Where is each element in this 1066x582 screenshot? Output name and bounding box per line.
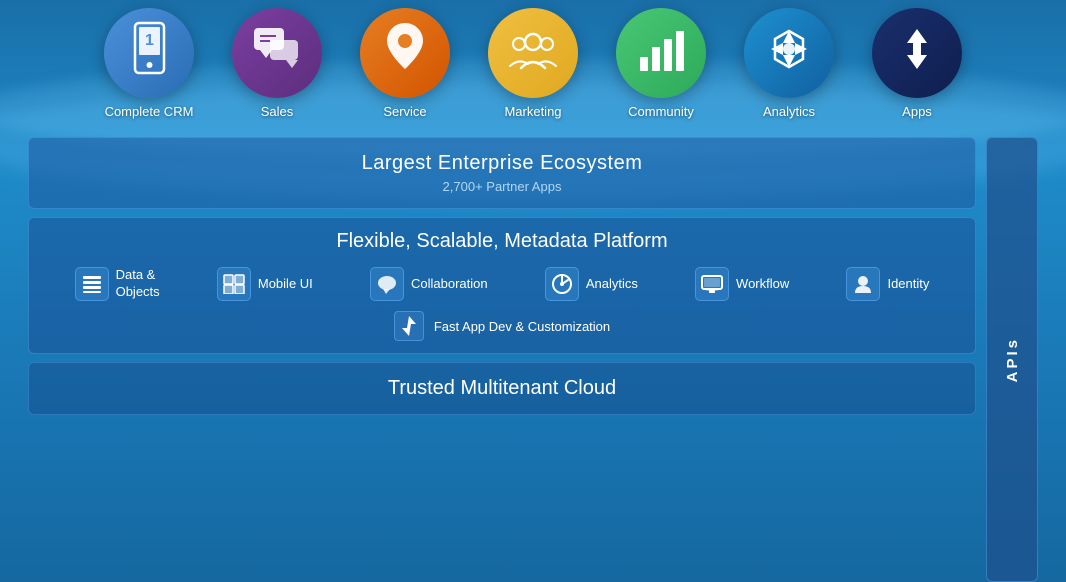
- ecosystem-subtitle: 2,700+ Partner Apps: [49, 179, 955, 194]
- analytics-feature-icon: [545, 267, 579, 301]
- analytics-label: Analytics: [763, 104, 815, 119]
- ecosystem-title: Largest Enterprise Ecosystem: [49, 152, 955, 175]
- marketing-icon-circle: [488, 8, 578, 98]
- feature-identity: Identity: [846, 267, 929, 301]
- crm-icon-circle: 1: [104, 8, 194, 98]
- sales-icon-circle: [232, 8, 322, 98]
- data-objects-label: Data &Objects: [116, 267, 160, 301]
- main-content: Largest Enterprise Ecosystem 2,700+ Part…: [28, 137, 976, 582]
- feature-analytics: Analytics: [545, 267, 638, 301]
- community-icon-circle: [616, 8, 706, 98]
- icon-item-analytics: Analytics: [725, 8, 853, 119]
- sales-icon: [252, 26, 302, 80]
- apps-label: Apps: [902, 104, 932, 119]
- fast-app-label: Fast App Dev & Customization: [434, 319, 610, 334]
- svg-text:1: 1: [145, 32, 154, 49]
- icon-item-community: Community: [597, 8, 725, 119]
- apps-icon-circle: [872, 8, 962, 98]
- cloud-title: Trusted Multitenant Cloud: [49, 377, 955, 400]
- service-icon: [383, 21, 427, 85]
- icon-item-sales: Sales: [213, 8, 341, 119]
- icon-item-complete-crm: 1 Complete CRM: [85, 8, 213, 119]
- marketing-icon: [506, 26, 561, 80]
- cloud-card: Trusted Multitenant Cloud: [28, 362, 976, 415]
- fast-app-row: Fast App Dev & Customization: [49, 311, 955, 341]
- workflow-icon: [695, 267, 729, 301]
- workflow-label: Workflow: [736, 276, 789, 293]
- analytics-icon: [765, 25, 813, 82]
- feature-collaboration: Collaboration: [370, 267, 488, 301]
- icon-item-service: Service: [341, 8, 469, 119]
- platform-card: Flexible, Scalable, Metadata Platform Da…: [28, 217, 976, 354]
- collaboration-label: Collaboration: [411, 276, 488, 293]
- main-container: 1 Complete CRM Sal: [0, 0, 1066, 582]
- collaboration-icon: [370, 267, 404, 301]
- service-icon-circle: [360, 8, 450, 98]
- analytics-icon-circle: [744, 8, 834, 98]
- identity-icon: [846, 267, 880, 301]
- platform-title: Flexible, Scalable, Metadata Platform: [49, 230, 955, 253]
- icon-item-marketing: Marketing: [469, 8, 597, 119]
- service-label: Service: [383, 104, 426, 119]
- analytics-feature-label: Analytics: [586, 276, 638, 293]
- crm-label: Complete CRM: [105, 104, 194, 119]
- feature-data-objects: Data &Objects: [75, 267, 160, 301]
- apps-icon: [893, 25, 941, 82]
- ecosystem-card: Largest Enterprise Ecosystem 2,700+ Part…: [28, 137, 976, 209]
- feature-mobile-ui: Mobile UI: [217, 267, 313, 301]
- marketing-label: Marketing: [504, 104, 561, 119]
- identity-label: Identity: [887, 276, 929, 293]
- content-area: Largest Enterprise Ecosystem 2,700+ Part…: [28, 137, 1038, 582]
- features-row: Data &Objects: [49, 267, 955, 301]
- data-objects-icon: [75, 267, 109, 301]
- feature-workflow: Workflow: [695, 267, 789, 301]
- mobile-ui-label: Mobile UI: [258, 276, 313, 293]
- mobile-ui-icon: [217, 267, 251, 301]
- apis-bar: APIs: [986, 137, 1038, 582]
- apis-label: APIs: [1004, 337, 1021, 382]
- icon-item-apps: Apps: [853, 8, 981, 119]
- fast-app-icon: [394, 311, 424, 341]
- icons-row: 1 Complete CRM Sal: [85, 0, 981, 119]
- community-icon: [636, 25, 686, 82]
- community-label: Community: [628, 104, 694, 119]
- sales-label: Sales: [261, 104, 294, 119]
- crm-icon: 1: [127, 21, 172, 86]
